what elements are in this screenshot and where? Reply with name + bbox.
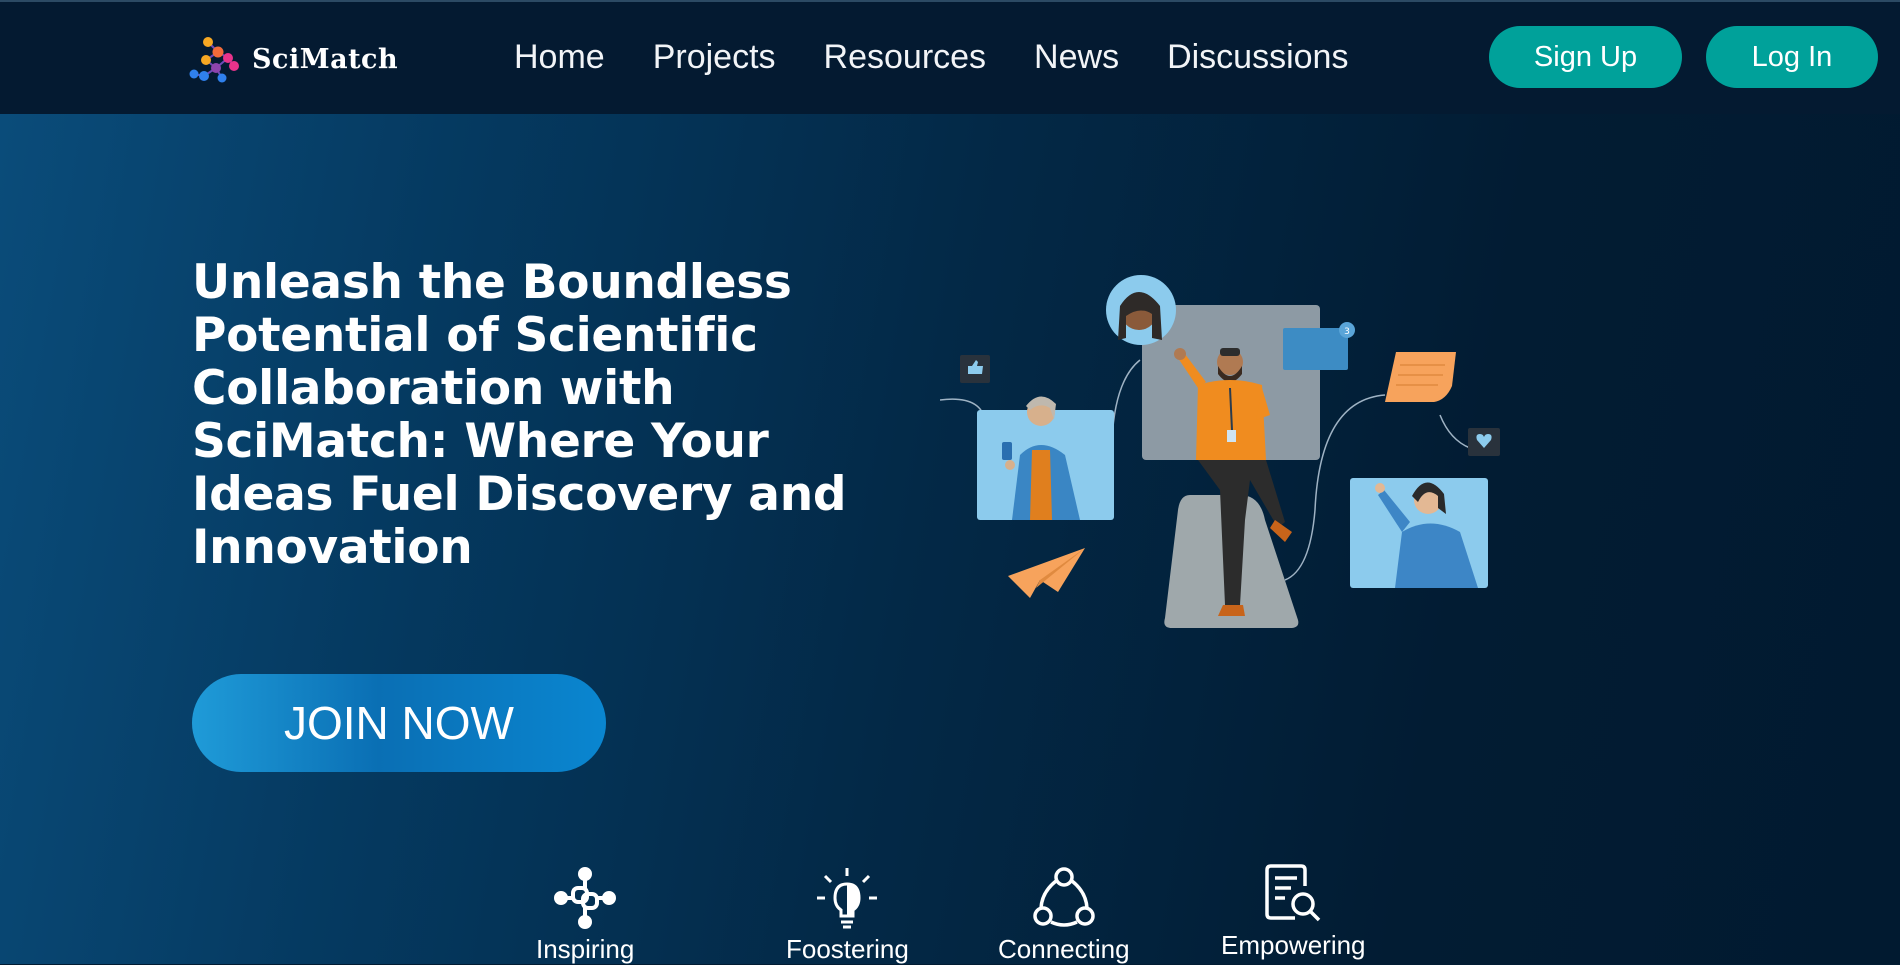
notification-count: 3 — [1344, 327, 1350, 337]
nav-link-projects[interactable]: Projects — [653, 38, 776, 77]
nav-link-discussions[interactable]: Discussions — [1167, 38, 1348, 77]
nav-link-home[interactable]: Home — [514, 38, 605, 77]
interlinked-network-icon — [554, 867, 617, 929]
sign-up-button[interactable]: Sign Up — [1489, 26, 1682, 88]
feature-empowering: Empowering — [1221, 862, 1366, 961]
lightbulb-icon — [817, 868, 878, 929]
log-in-button[interactable]: Log In — [1706, 26, 1878, 88]
hero-headline: Unleash the Boundless Potential of Scien… — [192, 255, 847, 575]
connected-nodes-icon — [1033, 867, 1095, 927]
join-now-button[interactable]: JOIN NOW — [192, 674, 606, 772]
feature-label: Inspiring — [536, 934, 635, 964]
team-collaboration-illustration: 3 — [940, 275, 1500, 628]
document-search-icon — [1265, 864, 1321, 922]
feature-label: Connecting — [998, 934, 1130, 964]
feature-label: Foostering — [786, 934, 909, 964]
feature-label: Empowering — [1221, 930, 1366, 960]
top-navbar: SciMatch Home Projects Resources News Di… — [0, 2, 1900, 114]
brand-name: SciMatch — [252, 43, 399, 75]
molecule-network-icon — [189, 37, 239, 83]
feature-fostering: Foostering — [786, 866, 909, 965]
feature-inspiring: Inspiring — [536, 866, 634, 965]
nav-link-resources[interactable]: Resources — [824, 38, 987, 77]
main-nav: Home Projects Resources News Discussions — [514, 38, 1396, 77]
brand-logo[interactable]: SciMatch — [188, 30, 398, 88]
feature-connecting: Connecting — [998, 866, 1130, 965]
nav-link-news[interactable]: News — [1034, 38, 1119, 77]
